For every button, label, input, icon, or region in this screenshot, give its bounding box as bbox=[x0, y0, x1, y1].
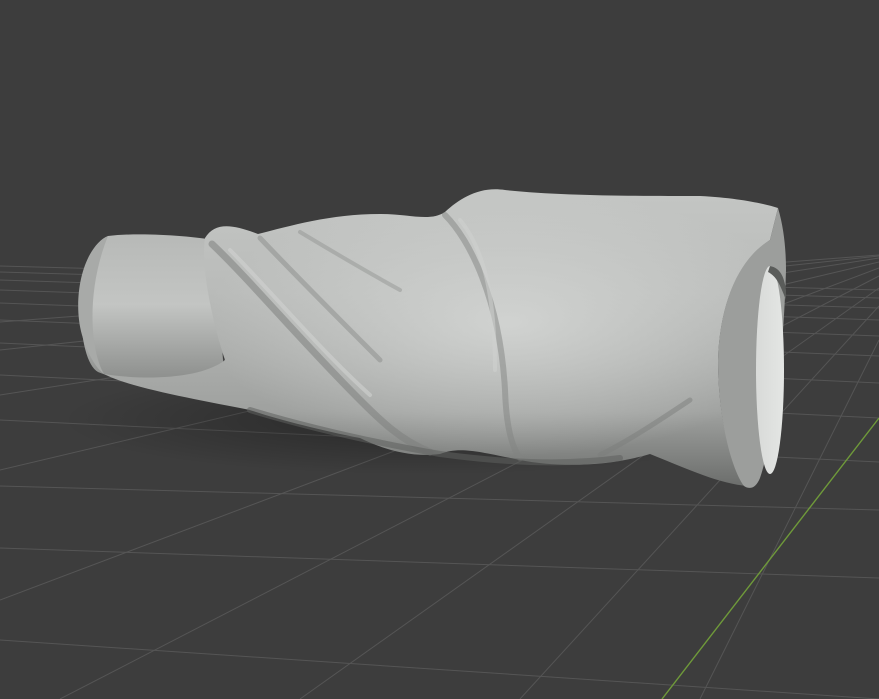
3d-viewport[interactable] bbox=[0, 0, 879, 699]
grid-line-h-11 bbox=[0, 639, 879, 699]
grid-line-h-10 bbox=[0, 547, 879, 579]
mesh-right-opening bbox=[756, 266, 784, 474]
viewport-canvas[interactable] bbox=[0, 0, 879, 699]
mesh-left-sleeve bbox=[80, 234, 226, 391]
grid-line-h-9 bbox=[0, 485, 879, 511]
